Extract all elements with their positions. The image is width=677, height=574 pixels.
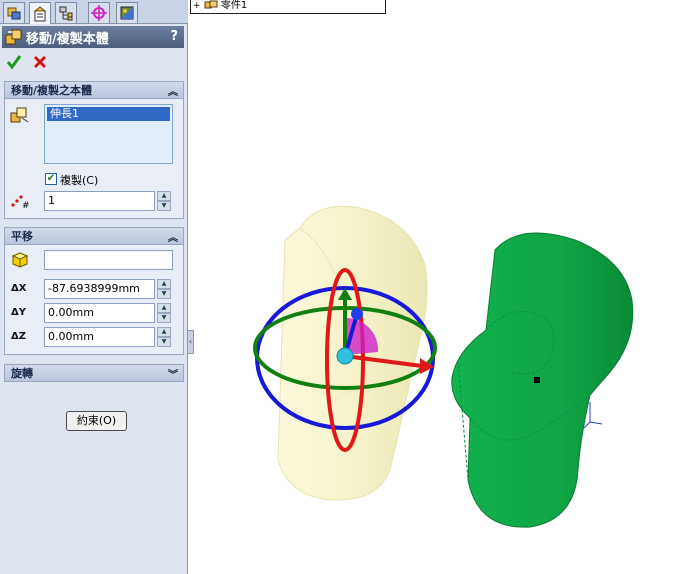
manager-tabs [0, 0, 188, 24]
property-manager-icon [33, 5, 47, 21]
copy-count-icon: # [11, 195, 30, 209]
delta-y-spinner[interactable]: ▲ ▼ [157, 303, 171, 323]
section-header-bodies[interactable]: 移動/複製之本體 ︽ [4, 81, 184, 99]
triad-center-ball[interactable] [336, 347, 354, 365]
copy-checkbox[interactable]: ✔ [45, 173, 57, 185]
section-title-rotate: 旋轉 [11, 367, 33, 380]
delta-x-spinner[interactable]: ▲ ▼ [157, 279, 171, 299]
collapse-chevron-icon[interactable]: ︽ [168, 83, 178, 98]
delta-x-field[interactable]: -87.6938999mm [44, 279, 155, 299]
constraints-button[interactable]: 約束(O) [66, 411, 127, 431]
configuration-manager-icon [59, 6, 73, 21]
expand-chevron-icon[interactable]: ︾ [168, 366, 178, 381]
section-title-bodies: 移動/複製之本體 [11, 84, 93, 97]
panel-title-bar: 移動/複製本體 ? [2, 26, 184, 48]
bodies-selection-list[interactable]: 伸長1 [44, 104, 173, 164]
list-item[interactable]: 伸長1 [47, 107, 170, 121]
delta-z-field[interactable]: 0.00mm [44, 327, 155, 347]
copied-body[interactable] [451, 232, 634, 528]
move-copy-body-icon [5, 29, 22, 45]
tab-display-manager[interactable] [116, 2, 138, 23]
tab-feature-manager[interactable] [3, 2, 25, 23]
feature-manager-icon [7, 7, 21, 20]
cancel-x-icon[interactable] [32, 54, 48, 70]
reference-entity-icon [11, 252, 29, 268]
graphics-viewport[interactable] [190, 14, 677, 574]
copy-checkbox-label[interactable]: 複製(C) [60, 172, 98, 188]
copy-count-field[interactable]: 1 [44, 191, 155, 211]
delta-y-field[interactable]: 0.00mm [44, 303, 155, 323]
feature-tree-flyout: + 零件1 [190, 0, 386, 14]
dimxpert-icon [91, 5, 107, 21]
collapse-chevron-icon[interactable]: ︽ [168, 229, 178, 244]
display-manager-icon [120, 6, 134, 20]
panel-title: 移動/複製本體 [26, 31, 109, 47]
part-icon [204, 0, 218, 9]
copy-count-spinner[interactable]: ▲ ▼ [157, 191, 171, 211]
translate-reference-field[interactable] [44, 250, 173, 270]
tree-item-part[interactable]: 零件1 [221, 0, 247, 11]
svg-text:#: # [22, 201, 30, 209]
bodies-selection-icon [10, 107, 29, 123]
delta-y-icon: ΔY [11, 307, 26, 318]
delta-z-icon: ΔZ [11, 331, 26, 342]
section-title-translate: 平移 [11, 230, 33, 243]
tab-configuration-manager[interactable] [55, 2, 77, 23]
delta-x-icon: ΔX [11, 283, 27, 294]
tab-dimxpert-manager[interactable] [88, 2, 110, 23]
ok-check-icon[interactable] [6, 54, 22, 70]
property-manager-panel: 移動/複製本體 ? 移動/複製之本體 ︽ 伸長1 ✔ 複製(C) # 1 ▲ ▼ … [0, 0, 188, 574]
section-header-translate[interactable]: 平移 ︽ [4, 227, 184, 245]
section-header-rotate[interactable]: 旋轉 ︾ [4, 364, 184, 382]
tab-property-manager[interactable] [29, 2, 51, 24]
delta-z-spinner[interactable]: ▲ ▼ [157, 327, 171, 347]
help-icon[interactable]: ? [170, 29, 178, 44]
expand-plus-icon[interactable]: + [193, 1, 201, 11]
origin-point-marker [534, 377, 540, 383]
